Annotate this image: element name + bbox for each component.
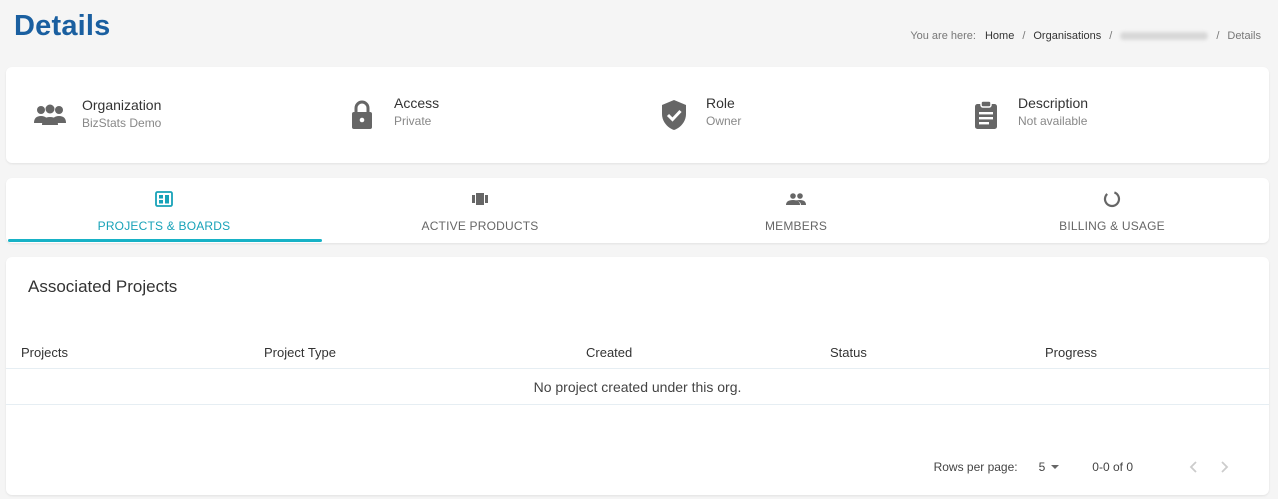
- info-role: Role Owner: [654, 95, 741, 135]
- active-tab-indicator: [8, 239, 322, 242]
- empty-table-message: No project created under this org.: [6, 369, 1269, 405]
- organization-info-card: Organization BizStats Demo Access Privat…: [6, 67, 1269, 163]
- section-title: Associated Projects: [28, 277, 178, 296]
- role-value: Owner: [706, 113, 742, 128]
- people-group-icon: [30, 95, 70, 135]
- tab-label: PROJECTS & BOARDS: [97, 219, 231, 233]
- tab-label: BILLING & USAGE: [1059, 219, 1165, 233]
- page-title: Details: [14, 10, 111, 42]
- tab-members[interactable]: MEMBERS: [638, 178, 954, 243]
- caret-down-icon: [1051, 465, 1060, 469]
- breadcrumb-separator: /: [1109, 30, 1113, 42]
- tab-label: ACTIVE PRODUCTS: [421, 219, 539, 233]
- associated-projects-card: Associated Projects Projects Project Typ…: [6, 257, 1269, 495]
- chevron-left-icon: [1189, 461, 1197, 473]
- previous-page-button[interactable]: [1187, 460, 1199, 474]
- lock-icon: [342, 95, 382, 135]
- tab-label: MEMBERS: [764, 219, 828, 233]
- column-header-progress[interactable]: Progress: [1045, 345, 1097, 360]
- donut-icon: [1103, 190, 1121, 208]
- info-organization: Organization BizStats Demo: [30, 95, 161, 135]
- rows-per-page-label: Rows per page:: [933, 460, 1018, 474]
- breadcrumb-separator: /: [1022, 30, 1026, 42]
- tab-active-products[interactable]: ACTIVE PRODUCTS: [322, 178, 638, 243]
- breadcrumb-current: Details: [1227, 30, 1261, 42]
- chevron-right-icon: [1221, 461, 1229, 473]
- tab-billing-usage[interactable]: BILLING & USAGE: [954, 178, 1270, 243]
- organization-value: BizStats Demo: [82, 115, 162, 130]
- rows-per-page-select[interactable]: 5: [1039, 460, 1060, 474]
- column-header-projects[interactable]: Projects: [21, 345, 68, 360]
- pagination: Rows per page: 5 0-0 of 0: [934, 460, 1231, 474]
- carousel-icon: [471, 190, 489, 208]
- shield-check-icon: [654, 95, 694, 135]
- description-label: Description: [1018, 94, 1089, 111]
- people-icon: [786, 190, 806, 208]
- breadcrumb-separator: /: [1216, 30, 1220, 42]
- next-page-button[interactable]: [1219, 460, 1231, 474]
- breadcrumb-organisations-link[interactable]: Organisations: [1033, 30, 1101, 42]
- info-description: Description Not available: [966, 95, 1088, 135]
- column-header-project-type[interactable]: Project Type: [264, 345, 336, 360]
- column-header-status[interactable]: Status: [830, 345, 867, 360]
- rows-per-page-value: 5: [1038, 460, 1046, 474]
- access-label: Access: [394, 94, 440, 111]
- organization-label: Organization: [82, 96, 162, 113]
- breadcrumb-prefix: You are here:: [910, 30, 976, 42]
- role-label: Role: [706, 94, 735, 111]
- tab-projects-boards[interactable]: PROJECTS & BOARDS: [6, 178, 322, 243]
- breadcrumb-org-link-blurred[interactable]: [1120, 32, 1209, 40]
- clipboard-icon: [966, 95, 1006, 135]
- description-value: Not available: [1018, 113, 1088, 128]
- breadcrumb: You are here: Home / Organisations / / D…: [910, 30, 1261, 42]
- column-header-created[interactable]: Created: [586, 345, 632, 360]
- pagination-range: 0-0 of 0: [1092, 460, 1133, 474]
- tab-bar: PROJECTS & BOARDS ACTIVE PRODUCTS MEMBER…: [6, 178, 1269, 243]
- table-header: Projects Project Type Created Status Pro…: [6, 337, 1269, 369]
- info-access: Access Private: [342, 95, 439, 135]
- dashboard-icon: [155, 190, 173, 208]
- breadcrumb-home-link[interactable]: Home: [985, 30, 1014, 42]
- access-value: Private: [394, 113, 432, 128]
